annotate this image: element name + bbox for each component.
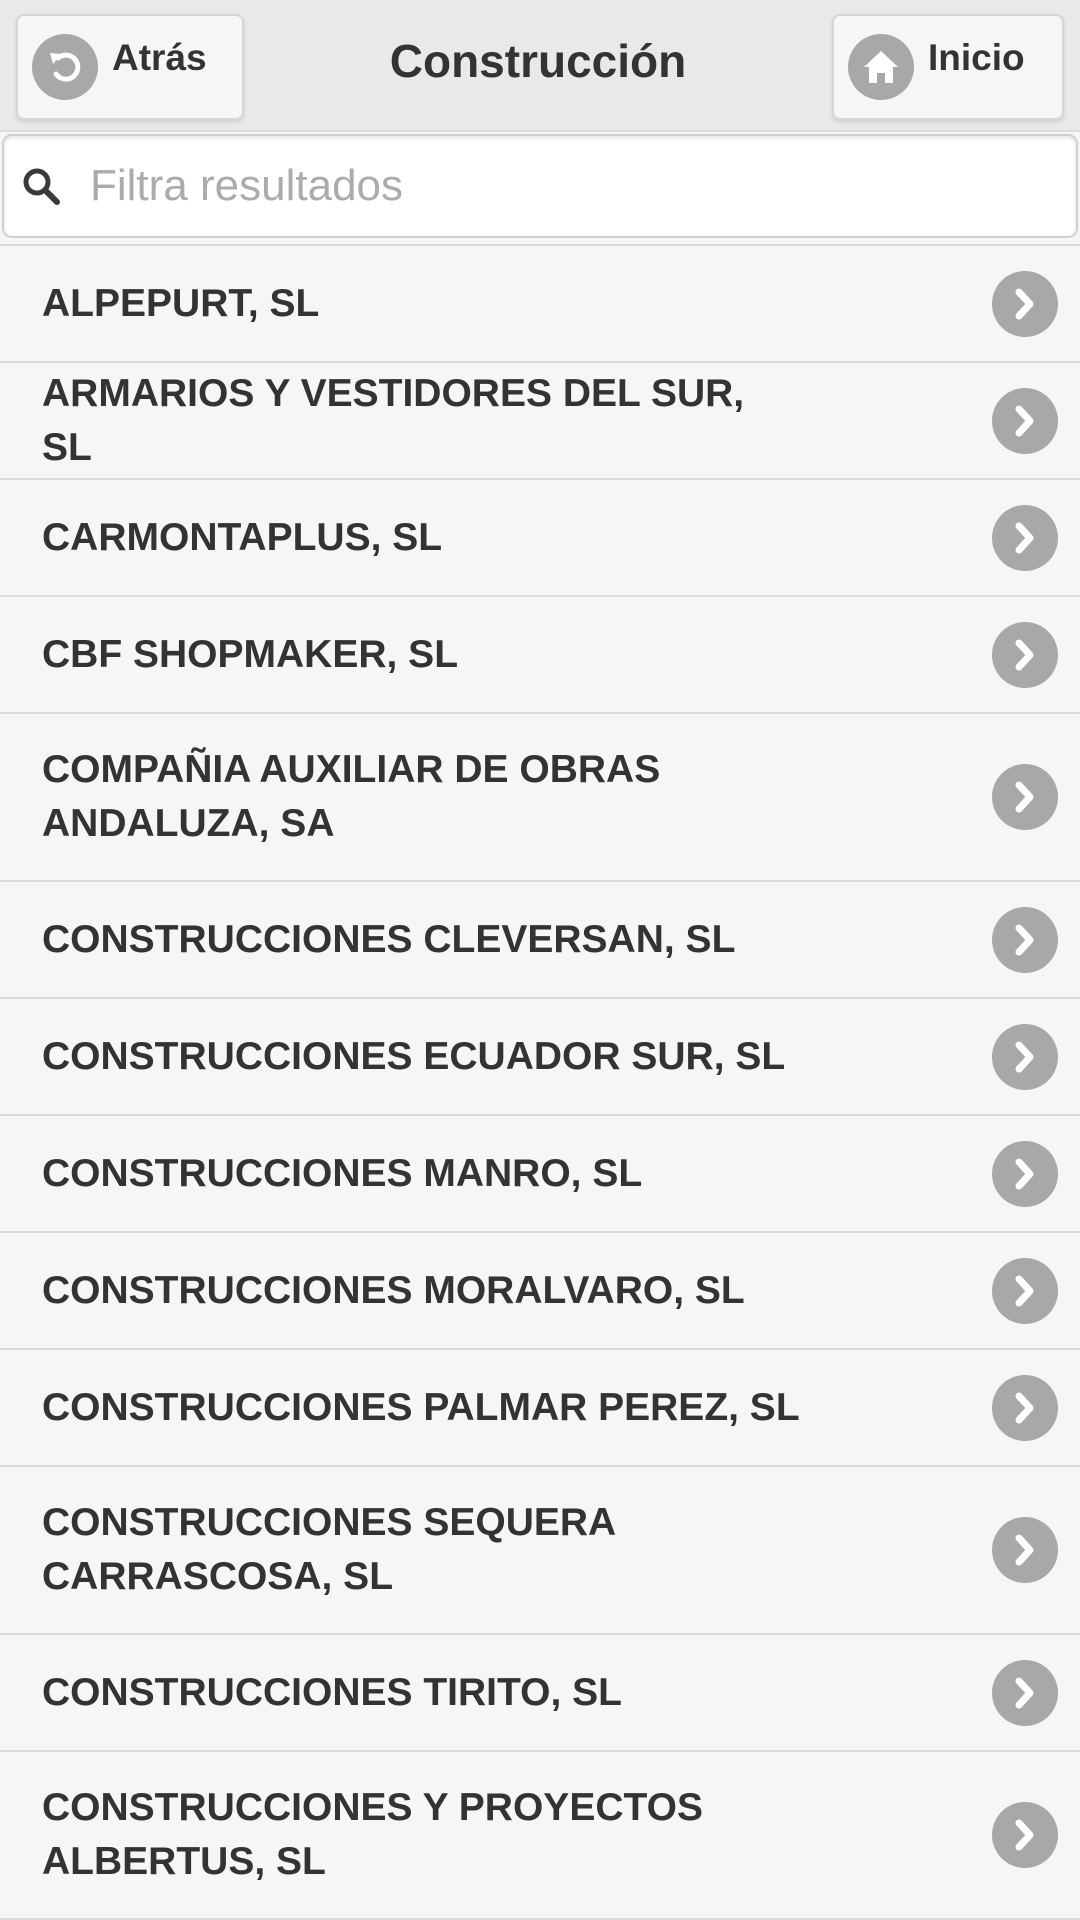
chevron-right-icon (992, 621, 1058, 688)
chevron-right-icon (992, 906, 1058, 973)
home-button[interactable]: Inicio (832, 14, 1064, 120)
header-bar: Atrás Construcción Inicio (0, 0, 1080, 132)
list-item-label: CONSTRUCCIONES CLEVERSAN, SL (42, 917, 736, 961)
list-item-label: CBF SHOPMAKER, SL (42, 632, 459, 676)
back-button[interactable]: Atrás (16, 14, 244, 120)
search-box[interactable] (2, 134, 1078, 238)
list-item[interactable]: CONSTRUCCIONES Y PROYECTOS ALBERTUS, SL (0, 1752, 1080, 1920)
list-item-label: CARMONTAPLUS, SL (42, 515, 443, 559)
chevron-right-icon (992, 764, 1058, 830)
list-item[interactable]: CONSTRUCCIONES PALMAR PEREZ, SL (0, 1350, 1080, 1467)
list-item[interactable]: CONSTRUCCIONES TIRITO, SL (0, 1635, 1080, 1752)
home-button-label: Inicio (928, 37, 1025, 78)
chevron-right-icon (992, 1374, 1058, 1441)
chevron-right-icon (992, 1517, 1058, 1583)
list-item[interactable]: CBF SHOPMAKER, SL (0, 597, 1080, 714)
list-item[interactable]: CARMONTAPLUS, SL (0, 480, 1080, 597)
list-item[interactable]: COMPAÑIA AUXILIAR DE OBRAS ANDALUZA, SA (0, 714, 1080, 882)
list-item-label: CONSTRUCCIONES MORALVARO, SL (42, 1268, 745, 1312)
list-item[interactable]: ARMARIOS Y VESTIDORES DEL SUR, SL (0, 363, 1080, 480)
search-input[interactable] (90, 161, 1050, 211)
list-item-label: CONSTRUCCIONES Y PROYECTOS ALBERTUS, SL (42, 1786, 703, 1883)
list-item-label: ALPEPURT, SL (42, 281, 320, 325)
list-item[interactable]: CONSTRUCCIONES MORALVARO, SL (0, 1233, 1080, 1350)
list-item-label: COMPAÑIA AUXILIAR DE OBRAS ANDALUZA, SA (42, 748, 661, 845)
list-item-label: ARMARIOS Y VESTIDORES DEL SUR, SL (42, 371, 745, 469)
back-button-label: Atrás (112, 37, 207, 78)
search-bar (0, 134, 1080, 244)
chevron-right-icon (992, 1257, 1058, 1324)
chevron-right-icon (992, 270, 1058, 337)
search-icon (23, 168, 60, 205)
home-icon (848, 34, 914, 100)
list-item[interactable]: CONSTRUCCIONES ECUADOR SUR, SL (0, 999, 1080, 1116)
chevron-right-icon (992, 387, 1058, 454)
chevron-right-icon (992, 1659, 1058, 1726)
chevron-right-icon (992, 1023, 1058, 1090)
list-item[interactable]: ALPEPURT, SL (0, 246, 1080, 363)
chevron-right-icon (992, 1802, 1058, 1868)
list-item-label: CONSTRUCCIONES TIRITO, SL (42, 1670, 622, 1714)
page-title: Construcción (389, 35, 687, 87)
list-item[interactable]: CONSTRUCCIONES SEQUERA CARRASCOSA, SL (0, 1467, 1080, 1635)
company-list: ALPEPURT, SL ARMARIOS Y VESTIDORES DEL S… (0, 244, 1080, 1920)
list-item-label: CONSTRUCCIONES PALMAR PEREZ, SL (42, 1385, 800, 1429)
chevron-right-icon (992, 504, 1058, 571)
list-item-label: CONSTRUCCIONES SEQUERA CARRASCOSA, SL (42, 1501, 615, 1598)
chevron-right-icon (992, 1140, 1058, 1207)
list-item-label: CONSTRUCCIONES ECUADOR SUR, SL (42, 1034, 786, 1078)
back-arrow-icon (32, 34, 98, 100)
list-item[interactable]: CONSTRUCCIONES CLEVERSAN, SL (0, 882, 1080, 999)
list-item-label: CONSTRUCCIONES MANRO, SL (42, 1151, 643, 1195)
list-item[interactable]: CONSTRUCCIONES MANRO, SL (0, 1116, 1080, 1233)
